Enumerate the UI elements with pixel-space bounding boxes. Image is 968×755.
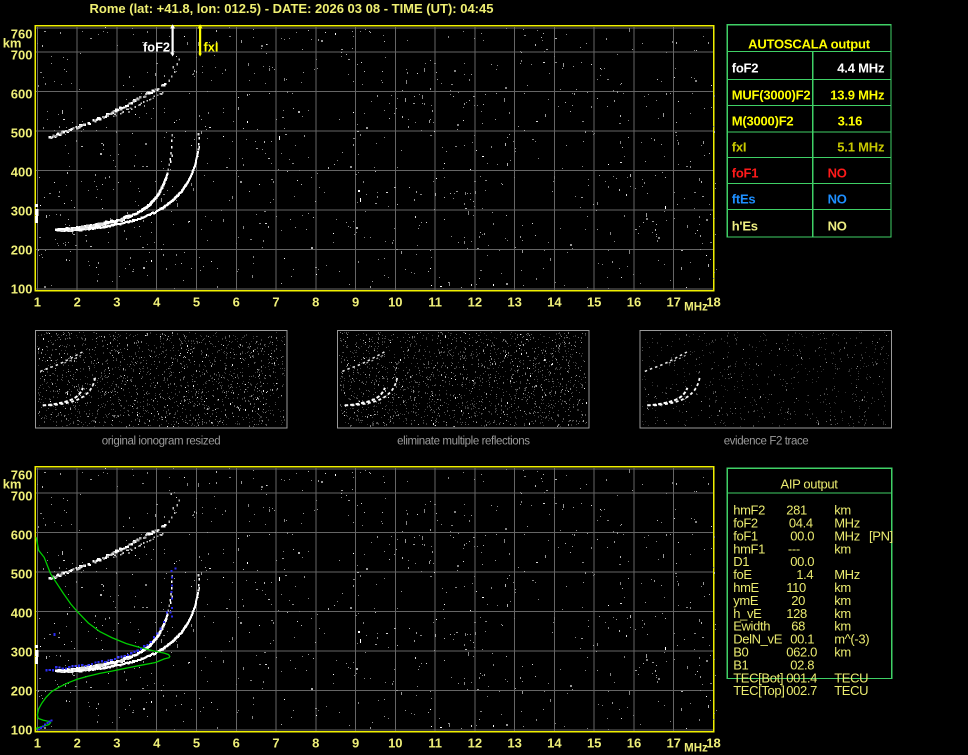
svg-text:4.4 MHz: 4.4 MHz [837, 61, 885, 76]
svg-text:002.7: 002.7 [786, 683, 817, 698]
svg-text:NO: NO [828, 165, 847, 180]
svg-text:MUF(3000)F2: MUF(3000)F2 [732, 87, 811, 102]
svg-text:foF2: foF2 [143, 40, 170, 55]
svg-text:evidence F2 trace: evidence F2 trace [724, 435, 809, 447]
svg-text:3.16: 3.16 [838, 114, 863, 129]
svg-text:foF2: foF2 [732, 61, 759, 76]
svg-text:AIP output: AIP output [781, 476, 839, 491]
svg-text:km: km [834, 541, 851, 556]
svg-text:Rome (lat: +41.8, lon: 012.5): Rome (lat: +41.8, lon: 012.5) - DATE: 20… [90, 1, 494, 16]
svg-text:eliminate multiple reflections: eliminate multiple reflections [397, 435, 530, 447]
svg-text:13.9 MHz: 13.9 MHz [830, 87, 885, 102]
svg-text:original ionogram resized: original ionogram resized [102, 435, 220, 447]
svg-text:NO: NO [828, 218, 847, 233]
svg-text:foF1: foF1 [732, 165, 759, 180]
svg-text:5.1 MHz: 5.1 MHz [837, 140, 885, 155]
svg-text:[PN]: [PN] [869, 528, 893, 543]
svg-text:NO: NO [828, 191, 847, 206]
svg-text:M(3000)F2: M(3000)F2 [732, 114, 794, 129]
svg-text:h'Es: h'Es [732, 218, 758, 233]
svg-text:fxI: fxI [732, 140, 747, 155]
svg-text:fxI: fxI [204, 40, 219, 55]
svg-text:TEC[Top]: TEC[Top] [733, 683, 784, 698]
svg-text:ftEs: ftEs [732, 191, 756, 206]
svg-text:AUTOSCALA output: AUTOSCALA output [748, 37, 871, 52]
svg-text:TECU: TECU [834, 683, 868, 698]
svg-text:km: km [834, 645, 851, 660]
